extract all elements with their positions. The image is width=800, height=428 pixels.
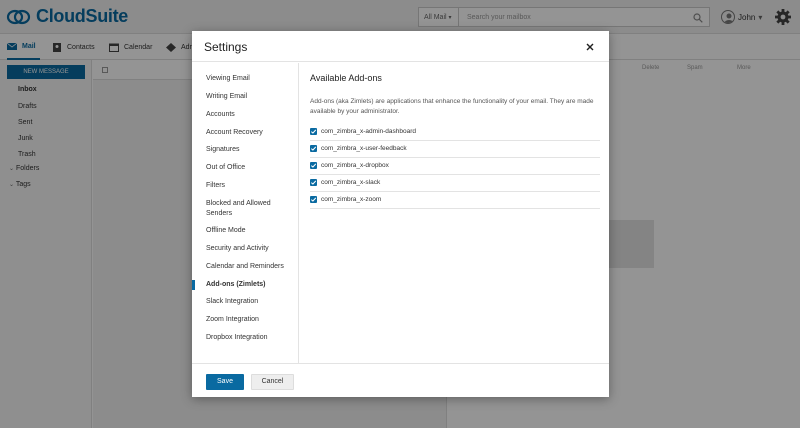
nav-add-ons[interactable]: Add-ons (Zimlets)	[192, 280, 298, 290]
addon-label: com_zimbra_x-admin-dashboard	[321, 128, 417, 135]
nav-viewing-email[interactable]: Viewing Email	[192, 74, 298, 84]
nav-filters[interactable]: Filters	[192, 181, 298, 191]
check-icon	[310, 180, 317, 185]
nav-out-of-office[interactable]: Out of Office	[192, 163, 298, 173]
nav-calendar-reminders[interactable]: Calendar and Reminders	[192, 262, 298, 272]
addon-label: com_zimbra_x-dropbox	[321, 162, 389, 169]
addon-checkbox[interactable]	[310, 179, 317, 186]
settings-content: Available Add-ons Add-ons (aka Zimlets) …	[310, 63, 600, 363]
addon-row: com_zimbra_x-user-feedback	[310, 141, 600, 158]
dialog-title: Settings	[204, 40, 248, 54]
dialog-header: Settings	[192, 31, 609, 62]
close-icon[interactable]	[584, 41, 596, 53]
settings-dialog: Settings Viewing Email Writing Email Acc…	[192, 31, 609, 397]
nav-zoom-integration[interactable]: Zoom Integration	[192, 315, 298, 325]
nav-writing-email[interactable]: Writing Email	[192, 92, 298, 102]
addon-label: com_zimbra_x-zoom	[321, 196, 382, 203]
addon-row: com_zimbra_x-admin-dashboard	[310, 124, 600, 141]
nav-security-activity[interactable]: Security and Activity	[192, 244, 298, 254]
save-button[interactable]: Save	[206, 374, 244, 390]
addon-checkbox[interactable]	[310, 145, 317, 152]
addon-checkbox[interactable]	[310, 196, 317, 203]
addon-row: com_zimbra_x-dropbox	[310, 158, 600, 175]
dialog-footer: Save Cancel	[192, 363, 609, 397]
addon-label: com_zimbra_x-slack	[321, 179, 381, 186]
check-icon	[310, 129, 317, 134]
addon-label: com_zimbra_x-user-feedback	[321, 145, 407, 152]
check-icon	[310, 163, 317, 168]
nav-signatures[interactable]: Signatures	[192, 145, 298, 155]
settings-nav: Viewing Email Writing Email Accounts Acc…	[192, 63, 299, 363]
check-icon	[310, 146, 317, 151]
nav-offline-mode[interactable]: Offline Mode	[192, 226, 298, 236]
check-icon	[310, 197, 317, 202]
addon-checkbox[interactable]	[310, 128, 317, 135]
nav-blocked-allowed-senders[interactable]: Blocked and Allowed Senders	[192, 199, 278, 219]
nav-account-recovery[interactable]: Account Recovery	[192, 128, 298, 138]
section-title: Available Add-ons	[310, 73, 382, 83]
addon-row: com_zimbra_x-zoom	[310, 192, 600, 209]
nav-accounts[interactable]: Accounts	[192, 110, 298, 120]
addon-checkbox[interactable]	[310, 162, 317, 169]
cancel-button[interactable]: Cancel	[251, 374, 294, 390]
nav-slack-integration[interactable]: Slack Integration	[192, 297, 298, 307]
nav-dropbox-integration[interactable]: Dropbox Integration	[192, 333, 298, 343]
section-description: Add-ons (aka Zimlets) are applications t…	[310, 98, 594, 115]
addon-row: com_zimbra_x-slack	[310, 175, 600, 192]
